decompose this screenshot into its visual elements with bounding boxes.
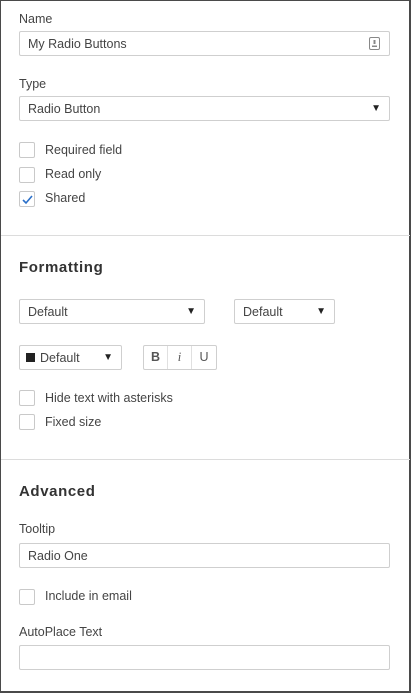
formatting-title: Formatting — [19, 259, 104, 276]
size-select[interactable]: Default ▼ — [234, 299, 335, 324]
font-select[interactable]: Default ▼ — [19, 299, 205, 324]
include-email-label: Include in email — [45, 589, 132, 603]
name-input-value: My Radio Buttons — [28, 37, 127, 51]
italic-button[interactable]: i — [168, 346, 192, 369]
autoplace-input[interactable] — [19, 645, 390, 670]
underline-button[interactable]: U — [192, 346, 216, 369]
read-only-checkbox[interactable] — [19, 167, 35, 183]
caret-down-icon: ▼ — [371, 103, 381, 114]
type-select[interactable]: Radio Button ▼ — [19, 96, 390, 121]
checkmark-icon — [22, 195, 33, 205]
text-style-buttons: B i U — [143, 345, 217, 370]
shared-label: Shared — [45, 191, 86, 205]
text-field-icon — [369, 37, 380, 53]
hide-text-label: Hide text with asterisks — [45, 391, 173, 405]
include-email-checkbox[interactable] — [19, 589, 35, 605]
divider — [1, 235, 410, 236]
type-label: Type — [19, 77, 47, 91]
shared-checkbox[interactable] — [19, 191, 35, 207]
color-select[interactable]: Default ▼ — [19, 345, 122, 370]
caret-down-icon: ▼ — [316, 306, 326, 317]
caret-down-icon: ▼ — [103, 352, 113, 363]
type-select-value: Radio Button — [28, 102, 101, 116]
caret-down-icon: ▼ — [186, 306, 196, 317]
tooltip-label: Tooltip — [19, 522, 56, 536]
advanced-title: Advanced — [19, 483, 96, 500]
tooltip-input[interactable]: Radio One — [19, 543, 390, 568]
divider — [1, 459, 410, 460]
hide-text-checkbox[interactable] — [19, 390, 35, 406]
color-select-value: Default — [40, 351, 80, 365]
required-field-label: Required field — [45, 143, 123, 157]
size-select-value: Default — [243, 305, 283, 319]
fixed-size-label: Fixed size — [45, 415, 102, 429]
required-field-checkbox[interactable] — [19, 142, 35, 158]
tooltip-input-value: Radio One — [28, 549, 88, 563]
read-only-label: Read only — [45, 167, 102, 181]
font-select-value: Default — [28, 305, 68, 319]
color-swatch — [26, 353, 35, 362]
bold-button[interactable]: B — [144, 346, 168, 369]
fixed-size-checkbox[interactable] — [19, 414, 35, 430]
name-label: Name — [19, 12, 53, 26]
name-input[interactable]: My Radio Buttons — [19, 31, 390, 56]
autoplace-label: AutoPlace Text — [19, 625, 103, 639]
properties-panel: Name My Radio Buttons Type Radio Button … — [0, 0, 411, 693]
